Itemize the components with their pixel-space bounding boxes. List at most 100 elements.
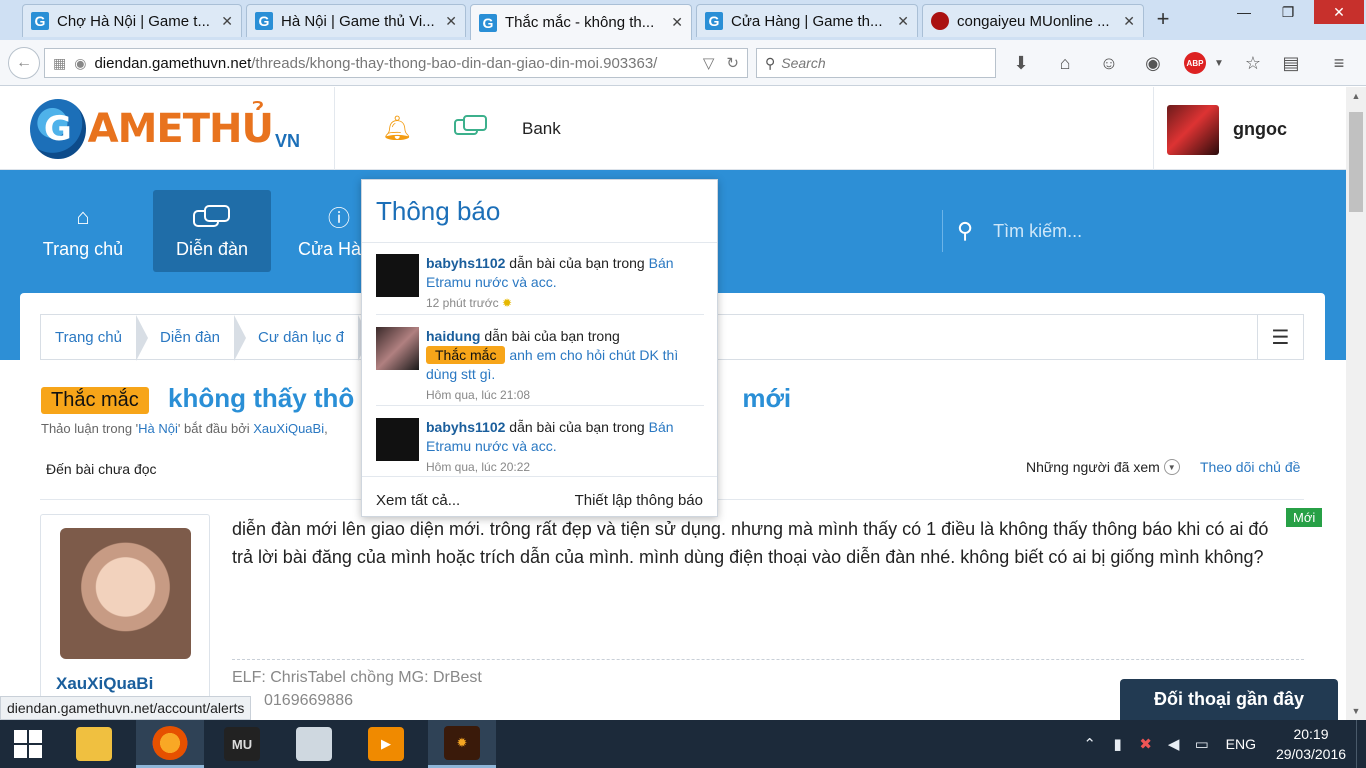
url-bar[interactable]: ▦ ◉ diendan.gamethuvn.net /threads/khong… [44, 48, 748, 78]
alert-preferences-link[interactable]: Thiết lập thông báo [575, 492, 703, 509]
search-icon: ⚲ [957, 218, 974, 243]
recent-conversations-button[interactable]: Đối thoại gần đây [1120, 679, 1338, 720]
jump-menu-icon[interactable]: ☰ [1257, 315, 1303, 359]
page-scrollbar[interactable]: ▲ ▼ [1346, 87, 1366, 720]
windows-taskbar: MU ▶ ✹ ⌃ ▮ ✖ ◀ ▭ ENG 20:19 29/03/2016 [0, 720, 1366, 768]
alert-item[interactable]: babyhs1102 dẫn bài của bạn trong Bán Etr… [362, 412, 717, 500]
post-author-avatar[interactable] [60, 528, 191, 659]
tab-label: Cửa Hàng | Game th... [731, 12, 883, 30]
alert-avatar[interactable] [376, 254, 419, 297]
user-avatar[interactable] [1167, 105, 1219, 155]
close-tab-icon[interactable]: ✕ [897, 13, 909, 30]
new-post-badge: Mới [1286, 508, 1323, 527]
url-path: /threads/khong-thay-thong-bao-din-dan-gi… [251, 54, 658, 72]
meta-author-link[interactable]: XauXiQuaBi [253, 421, 324, 436]
menu-icon[interactable]: ≡ [1326, 50, 1352, 76]
globe-icon: ◉ [74, 54, 87, 71]
signature-text: ELF: ChrisTabel chồng MG: DrBest [232, 669, 482, 686]
eye-icon[interactable]: ◉ [1140, 50, 1166, 76]
alert-user[interactable]: haidung [426, 328, 480, 344]
monitor-icon [296, 727, 332, 761]
reload-icon[interactable]: ↻ [726, 54, 739, 72]
close-window-button[interactable]: ✕ [1314, 0, 1364, 24]
bookmark-star-icon[interactable]: ☆ [1240, 50, 1266, 76]
gamethu-favicon-icon: G [31, 12, 49, 30]
search-icon: ⚲ [765, 54, 776, 71]
bank-link[interactable]: Bank [522, 119, 561, 139]
scroll-down-icon[interactable]: ▼ [1346, 702, 1366, 720]
nav-forums[interactable]: Diễn đàn [153, 190, 271, 272]
taskbar-mu-game[interactable]: MU [208, 720, 276, 768]
browser-tab-2[interactable]: G Hà Nội | Game thủ Vi... ✕ [246, 4, 466, 37]
conversations-icon[interactable] [454, 115, 488, 141]
breadcrumb-home[interactable]: Trang chủ [41, 315, 148, 361]
back-button[interactable]: ← [8, 47, 40, 79]
minimize-window-button[interactable]: — [1224, 0, 1264, 24]
post-author-name[interactable]: XauXiQuaBi [56, 674, 153, 694]
gamethu-favicon-icon: G [705, 12, 723, 30]
alert-text: haidung dẫn bài của bạn trong Thắc mắc a… [426, 327, 702, 405]
network-error-icon[interactable]: ✖ [1132, 735, 1160, 753]
close-tab-icon[interactable]: ✕ [445, 13, 457, 30]
smiley-icon[interactable]: ☺ [1096, 50, 1122, 76]
meta-forum-link[interactable]: Hà Nội [138, 421, 178, 436]
alert-avatar[interactable] [376, 418, 419, 461]
taskbar-firefox[interactable] [136, 720, 204, 768]
close-tab-icon[interactable]: ✕ [221, 13, 233, 30]
watch-thread-link[interactable]: Theo dõi chủ đề [1200, 459, 1300, 475]
alert-prefix-badge: Thắc mắc [426, 346, 506, 364]
alert-item[interactable]: haidung dẫn bài của bạn trong Thắc mắc a… [362, 321, 717, 409]
close-tab-icon[interactable]: ✕ [1123, 13, 1135, 30]
taskbar-monitor-app[interactable] [280, 720, 348, 768]
dropdown-arrow-icon[interactable]: ▽ [703, 54, 715, 72]
bell-icon[interactable]: 🔔︎ [382, 113, 412, 143]
adblock-icon[interactable]: ABP [1184, 52, 1206, 74]
language-indicator[interactable]: ENG [1226, 736, 1256, 752]
logo-mark: G [30, 99, 86, 159]
meta-text: , [324, 421, 328, 436]
breadcrumb-category[interactable]: Cư dân lục đ [234, 315, 370, 361]
scroll-up-icon[interactable]: ▲ [1346, 87, 1366, 105]
browser-tab-4[interactable]: G Cửa Hàng | Game th... ✕ [696, 4, 918, 37]
alert-user[interactable]: babyhs1102 [426, 419, 505, 435]
volume-icon[interactable]: ◀ [1160, 735, 1188, 753]
alert-user[interactable]: babyhs1102 [426, 255, 505, 271]
goto-unread-link[interactable]: Đến bài chưa đọc [46, 461, 157, 477]
show-desktop-button[interactable] [1356, 720, 1366, 768]
close-tab-icon[interactable]: ✕ [671, 14, 683, 31]
site-logo[interactable]: G AMETHỦ VN [30, 97, 300, 161]
home-icon[interactable]: ⌂ [1052, 50, 1078, 76]
user-name[interactable]: gngoc [1233, 119, 1287, 140]
breadcrumb-forums[interactable]: Diễn đàn [136, 315, 247, 361]
download-icon[interactable]: ⬇ [1008, 50, 1034, 76]
watchers-dropdown[interactable]: Những người đã xem ▼ [1026, 459, 1180, 475]
post-body: diễn đàn mới lên giao diện mới. trông rấ… [232, 519, 1269, 567]
start-button[interactable] [0, 720, 56, 768]
restore-window-button[interactable]: ❐ [1268, 0, 1308, 24]
clock-time: 20:19 [1293, 726, 1329, 742]
taskbar-file-explorer[interactable] [60, 720, 128, 768]
browser-search-input[interactable]: ⚲ Search [756, 48, 996, 78]
tab-groups-icon[interactable]: ▦ [53, 55, 66, 72]
watchers-label: Những người đã xem [1026, 459, 1160, 475]
show-hidden-icons-icon[interactable]: ⌃ [1076, 735, 1104, 753]
alert-avatar[interactable] [376, 327, 419, 370]
nav-home[interactable]: ⌂ Trang chủ [24, 190, 142, 272]
nav-store[interactable]: ⓘ Cửa Hà [282, 190, 372, 272]
display-icon[interactable]: ▭ [1188, 735, 1216, 753]
taskbar-game-app[interactable]: ✹ [428, 720, 496, 768]
new-tab-button[interactable]: + [1150, 6, 1176, 32]
reading-list-icon[interactable]: ▤ [1278, 50, 1304, 76]
alert-action: dẫn bài của bạn trong [480, 328, 620, 344]
device-icon[interactable]: ▮ [1104, 735, 1132, 753]
browser-tab-3-active[interactable]: G Thắc mắc - không th... ✕ [470, 4, 692, 40]
adblock-dropdown-icon[interactable]: ▼ [1206, 50, 1232, 76]
browser-tab-1[interactable]: G Chợ Hà Nội | Game t... ✕ [22, 4, 242, 37]
scrollbar-thumb[interactable] [1349, 112, 1363, 212]
browser-tab-5[interactable]: congaiyeu MUonline ... ✕ [922, 4, 1144, 37]
site-search-placeholder: Tìm kiếm... [993, 220, 1083, 241]
taskbar-clock[interactable]: 20:19 29/03/2016 [1270, 724, 1352, 764]
see-all-alerts-link[interactable]: Xem tất cả... [376, 492, 460, 509]
site-search-input[interactable]: ⚲ Tìm kiếm... [942, 210, 1332, 252]
taskbar-media-player[interactable]: ▶ [352, 720, 420, 768]
